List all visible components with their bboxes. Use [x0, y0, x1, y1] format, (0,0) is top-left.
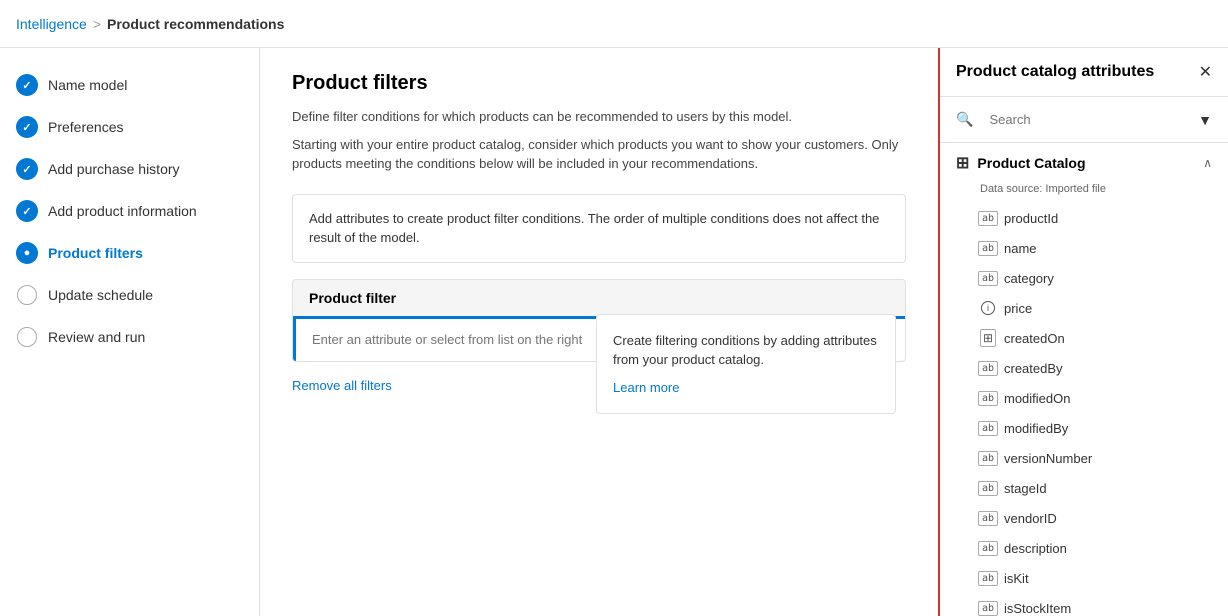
catalog-section: ⊞ Product Catalog ∧ Data source: Importe…	[940, 143, 1228, 616]
breadcrumb-separator: >	[93, 16, 101, 32]
catalog-attribute-createdby[interactable]: ab createdBy	[940, 353, 1228, 383]
attribute-label: description	[1004, 541, 1067, 556]
table-icon: ab	[980, 570, 996, 586]
table-icon: ab	[980, 240, 996, 256]
catalog-attribute-vendorid[interactable]: ab vendorID	[940, 503, 1228, 533]
right-panel-header: Product catalog attributes ✕	[940, 48, 1228, 97]
header: Intelligence > Product recommendations	[0, 0, 1228, 48]
close-button[interactable]: ✕	[1199, 62, 1212, 82]
catalog-attribute-name[interactable]: abname	[940, 233, 1228, 263]
sidebar-label-update-schedule: Update schedule	[48, 287, 153, 303]
tooltip-box: Create filtering conditions by adding at…	[596, 314, 896, 415]
sidebar: ✓ Name model ✓ Preferences ✓ Add purchase his…	[0, 48, 260, 616]
attribute-label: category	[1004, 271, 1054, 286]
table-icon: ab	[980, 210, 996, 226]
remove-all-filters-link[interactable]: Remove all filters	[292, 378, 392, 393]
catalog-attribute-iskit[interactable]: abisKit	[940, 563, 1228, 593]
table-icon: ab	[980, 600, 996, 616]
catalog-attribute-modifiedon[interactable]: ab modifiedOn	[940, 383, 1228, 413]
catalog-header-left: ⊞ Product Catalog	[956, 153, 1086, 173]
catalog-header[interactable]: ⊞ Product Catalog ∧	[940, 143, 1228, 183]
table-icon: ab	[980, 540, 996, 556]
page-title: Product filters	[292, 72, 906, 95]
sidebar-label-add-product-information: Add product information	[48, 203, 197, 219]
step-circle-review-and-run	[16, 326, 38, 348]
attribute-label: modifiedBy	[1004, 421, 1068, 436]
sidebar-item-update-schedule[interactable]: Update schedule	[0, 274, 259, 316]
grid-icon: ⊞	[980, 330, 996, 346]
sidebar-item-add-product-information[interactable]: ✓ Add product information	[0, 190, 259, 232]
sidebar-label-name-model: Name model	[48, 77, 127, 93]
attribute-label: versionNumber	[1004, 451, 1092, 466]
attribute-label: isStockItem	[1004, 601, 1071, 616]
right-panel: Product catalog attributes ✕ 🔍 ▼ ⊞ Produ…	[938, 48, 1228, 616]
step-circle-update-schedule	[16, 284, 38, 306]
catalog-attribute-description[interactable]: ab description	[940, 533, 1228, 563]
catalog-attribute-modifiedby[interactable]: ab modifiedBy	[940, 413, 1228, 443]
attribute-label: isKit	[1004, 571, 1029, 586]
breadcrumb-current: Product recommendations	[107, 16, 284, 32]
attribute-label: createdBy	[1004, 361, 1063, 376]
attribute-label: productId	[1004, 211, 1058, 226]
table-icon: ab	[980, 510, 996, 526]
search-icon: 🔍	[956, 111, 973, 128]
step-circle-add-purchase-history: ✓	[16, 158, 38, 180]
main-content: Product filters Define filter conditions…	[260, 48, 938, 616]
filter-card-title: Product filter	[309, 290, 396, 306]
catalog-attribute-price[interactable]: iprice	[940, 293, 1228, 323]
filter-attribute-input[interactable]	[312, 332, 889, 347]
step-circle-product-filters: ●	[16, 242, 38, 264]
filter-card-header: Product filter	[293, 280, 905, 319]
catalog-attribute-productid[interactable]: ab productId	[940, 203, 1228, 233]
sidebar-label-preferences: Preferences	[48, 119, 123, 135]
table-icon: ab	[980, 360, 996, 376]
sidebar-label-review-and-run: Review and run	[48, 329, 145, 345]
catalog-chevron-icon: ∧	[1203, 156, 1212, 170]
search-input[interactable]	[981, 107, 1190, 132]
table-icon: ab	[980, 420, 996, 436]
search-row: 🔍 ▼	[940, 97, 1228, 143]
attribute-label: price	[1004, 301, 1032, 316]
body: ✓ Name model ✓ Preferences ✓ Add purchase his…	[0, 48, 1228, 616]
learn-more-link[interactable]: Learn more	[613, 378, 879, 398]
sidebar-item-product-filters[interactable]: ● Product filters	[0, 232, 259, 274]
page-description-1: Define filter conditions for which produ…	[292, 107, 906, 127]
sidebar-label-product-filters: Product filters	[48, 245, 143, 261]
catalog-table-icon: ⊞	[956, 153, 969, 173]
info-icon: i	[980, 300, 996, 316]
catalog-attribute-createdon[interactable]: ⊞ createdOn	[940, 323, 1228, 353]
attribute-label: name	[1004, 241, 1037, 256]
step-circle-add-product-information: ✓	[16, 200, 38, 222]
attribute-label: modifiedOn	[1004, 391, 1070, 406]
step-circle-preferences: ✓	[16, 116, 38, 138]
catalog-attribute-isstockitem[interactable]: ab isStockItem	[940, 593, 1228, 616]
catalog-datasource: Data source: Imported file	[940, 183, 1228, 203]
attribute-label: createdOn	[1004, 331, 1065, 346]
breadcrumb-link[interactable]: Intelligence	[16, 16, 87, 32]
right-panel-title: Product catalog attributes	[956, 63, 1154, 81]
attribute-label: stageId	[1004, 481, 1047, 496]
sidebar-item-review-and-run[interactable]: Review and run	[0, 316, 259, 358]
table-icon: ab	[980, 450, 996, 466]
table-icon: ab	[980, 390, 996, 406]
breadcrumb: Intelligence > Product recommendations	[16, 16, 284, 32]
catalog-attribute-category[interactable]: ab category	[940, 263, 1228, 293]
info-box-text: Add attributes to create product filter …	[309, 211, 879, 246]
table-icon: ab	[980, 480, 996, 496]
sidebar-label-add-purchase-history: Add purchase history	[48, 161, 180, 177]
catalog-name: Product Catalog	[977, 155, 1085, 171]
sidebar-item-add-purchase-history[interactable]: ✓ Add purchase history	[0, 148, 259, 190]
step-circle-name-model: ✓	[16, 74, 38, 96]
catalog-attribute-versionnumber[interactable]: ab versionNumber	[940, 443, 1228, 473]
sidebar-item-name-model[interactable]: ✓ Name model	[0, 64, 259, 106]
filter-sort-icon[interactable]: ▼	[1198, 112, 1212, 128]
catalog-attributes-list: abproductIdabnameabcategoryiprice⊞create…	[940, 203, 1228, 616]
table-icon: ab	[980, 270, 996, 286]
catalog-attribute-stageid[interactable]: ab stageId	[940, 473, 1228, 503]
sidebar-item-preferences[interactable]: ✓ Preferences	[0, 106, 259, 148]
attribute-label: vendorID	[1004, 511, 1057, 526]
page-description-2: Starting with your entire product catalo…	[292, 135, 906, 174]
info-box: Add attributes to create product filter …	[292, 194, 906, 263]
